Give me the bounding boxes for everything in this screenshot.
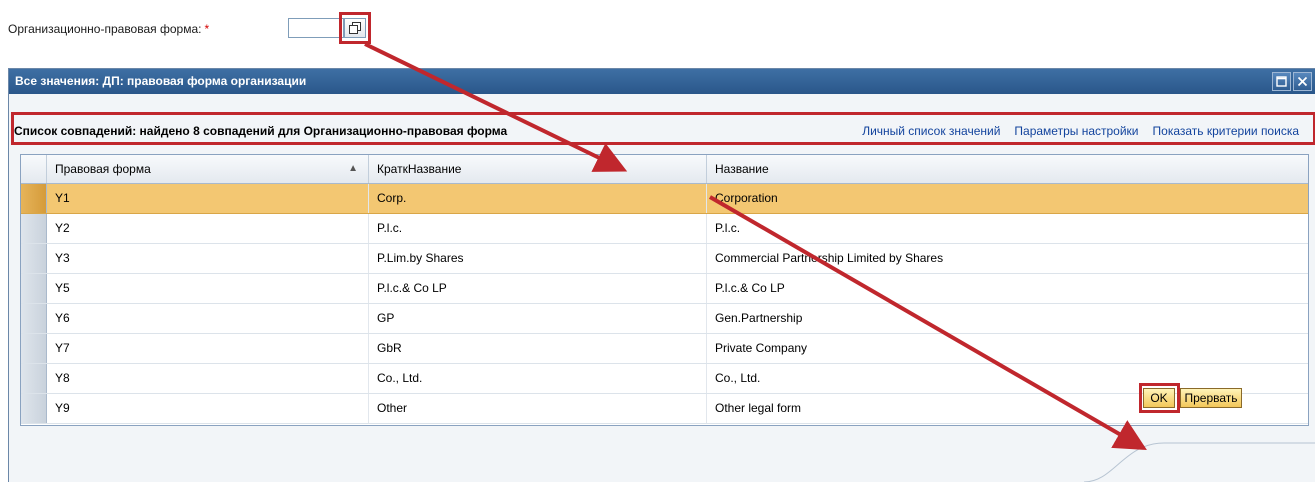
dialog-title: Все значения: ДП: правовая форма организ…: [15, 74, 307, 88]
ok-button-highlight: [1139, 383, 1180, 413]
table-row[interactable]: Y3 P.Lim.by Shares Commercial Partnership …: [21, 244, 1308, 274]
cell-legal-form: Y5: [47, 274, 369, 303]
cell-short-name: Other: [369, 394, 707, 423]
row-selector[interactable]: [21, 334, 47, 363]
row-selector[interactable]: [21, 274, 47, 303]
column-short-name[interactable]: КраткНазвание: [369, 155, 707, 183]
cell-name: Gen.Partnership: [715, 311, 803, 325]
cell-short-name: Corp.: [369, 184, 707, 213]
cell-name: Corporation: [715, 191, 778, 205]
results-table: Правовая форма ▲ КраткНазвание Название …: [20, 154, 1309, 426]
table-row[interactable]: Y2 P.l.c. P.l.c.: [21, 214, 1308, 244]
row-selector[interactable]: [21, 304, 47, 333]
cell-short-name: Co., Ltd.: [369, 364, 707, 393]
cell-name: P.l.c.& Co LP: [715, 281, 785, 295]
selected-row-highlight: [11, 112, 1315, 145]
column-legal-form-label: Правовая форма: [55, 162, 151, 176]
row-selector[interactable]: [21, 364, 47, 393]
required-marker: *: [204, 22, 210, 36]
cell-name: P.l.c.: [715, 221, 741, 235]
table-row[interactable]: Y9 Other Other legal form: [21, 394, 1308, 424]
cell-name: Private Company: [715, 341, 808, 355]
legal-form-label: Организационно-правовая форма:: [8, 22, 202, 36]
close-button[interactable]: [1293, 72, 1312, 91]
legal-form-input[interactable]: [288, 18, 344, 38]
table-row[interactable]: Y8 Co., Ltd. Co., Ltd.: [21, 364, 1308, 394]
column-name[interactable]: Название: [707, 155, 1310, 183]
select-all-cell[interactable]: [21, 155, 47, 183]
cancel-button[interactable]: Прервать: [1180, 388, 1242, 408]
table-row[interactable]: Y5 P.l.c.& Co LP P.l.c.& Co LP: [21, 274, 1308, 304]
dialog-titlebar: Все значения: ДП: правовая форма организ…: [9, 69, 1315, 94]
cell-short-name: P.l.c.& Co LP: [369, 274, 707, 303]
maximize-icon: [1276, 76, 1287, 87]
cell-legal-form: Y2: [47, 214, 369, 243]
sort-ascending-icon[interactable]: ▲: [348, 155, 358, 183]
row-selector[interactable]: [21, 214, 47, 243]
footer-decoration: [1084, 442, 1315, 482]
cell-short-name: GP: [369, 304, 707, 333]
cell-legal-form: Y6: [47, 304, 369, 333]
legal-form-field: Организационно-правовая форма: *: [8, 12, 371, 44]
row-selector[interactable]: [21, 394, 47, 423]
table-row[interactable]: Y6 GP Gen.Partnership: [21, 304, 1308, 334]
table-header: Правовая форма ▲ КраткНазвание Название: [21, 155, 1308, 184]
cell-legal-form: Y7: [47, 334, 369, 363]
cell-legal-form: Y1: [47, 184, 369, 213]
value-help-highlight: [339, 12, 371, 44]
cell-name: Commercial Partnership Limited by Shares: [715, 251, 944, 265]
cell-short-name: GbR: [369, 334, 707, 363]
row-selector[interactable]: [21, 184, 47, 213]
table-row[interactable]: Y7 GbR Private Company: [21, 334, 1308, 364]
close-icon: [1297, 76, 1308, 87]
maximize-button[interactable]: [1272, 72, 1291, 91]
row-selector[interactable]: [21, 244, 47, 273]
cell-legal-form: Y3: [47, 244, 369, 273]
cell-short-name: P.Lim.by Shares: [369, 244, 707, 273]
cell-short-name: P.l.c.: [369, 214, 707, 243]
cell-legal-form: Y8: [47, 364, 369, 393]
table-row[interactable]: Y1 Corp. Corporation: [21, 184, 1308, 214]
column-legal-form[interactable]: Правовая форма ▲: [47, 155, 369, 183]
cell-legal-form: Y9: [47, 394, 369, 423]
